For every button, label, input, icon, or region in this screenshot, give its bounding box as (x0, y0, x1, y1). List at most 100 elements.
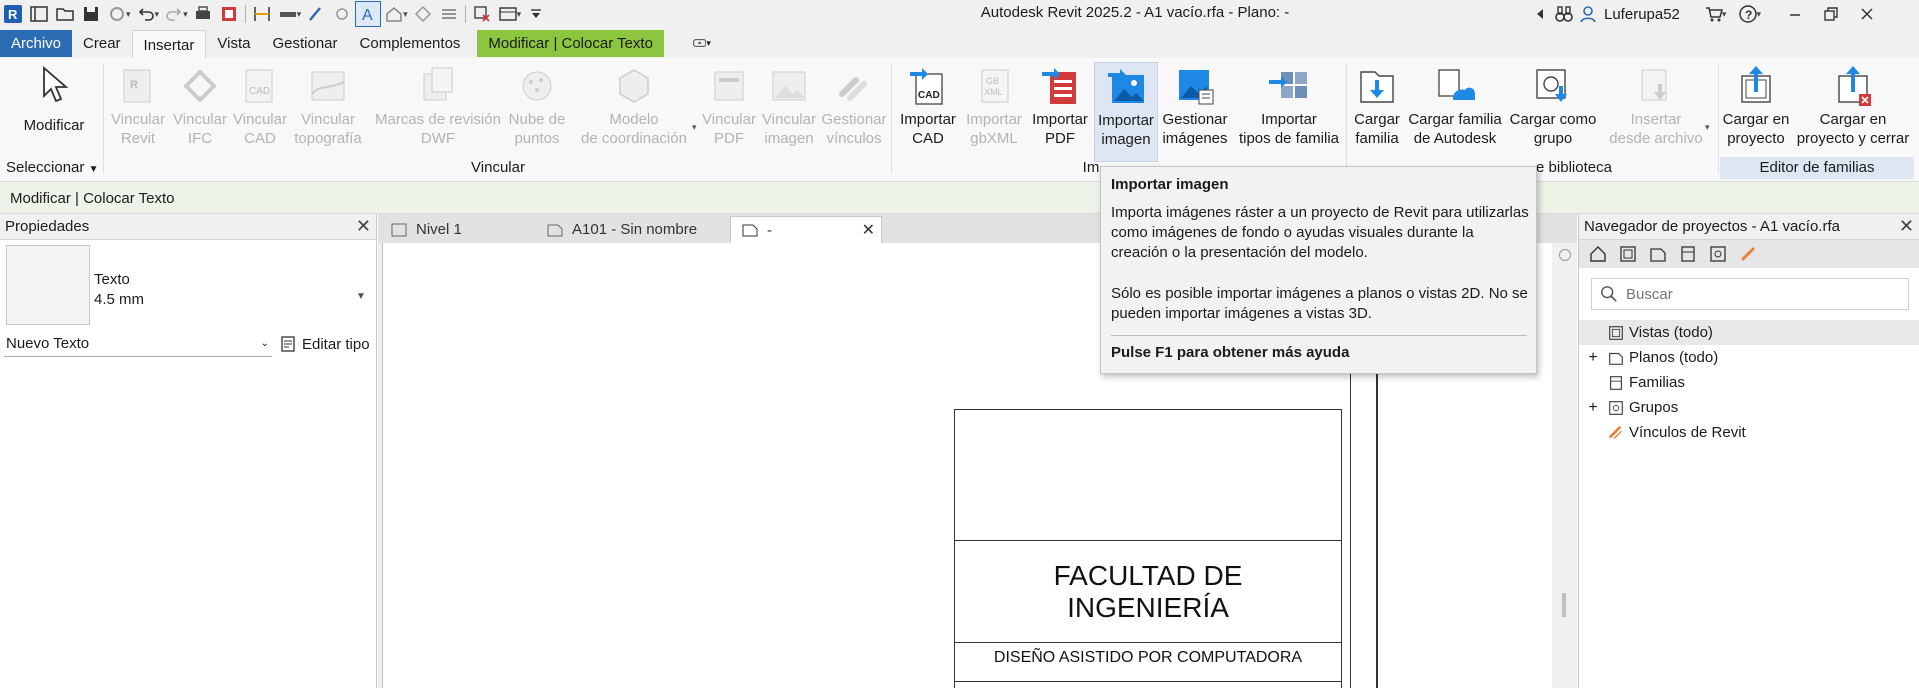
cargar-familia-button[interactable]: Cargar familia (1350, 62, 1404, 162)
view-tab-nivel-1[interactable]: Nivel 1 (380, 216, 530, 243)
links-filter-icon[interactable] (1733, 241, 1763, 267)
sheet-set-icon[interactable] (216, 1, 242, 27)
edit-type-button[interactable]: Editar tipo (280, 335, 370, 353)
vincular-pdf-label1: Vincular (702, 111, 756, 128)
title-block: FACULTAD DE INGENIERÍA DISEÑO ASISTIDO P… (954, 409, 1342, 688)
close-window-icon[interactable] (1849, 1, 1885, 27)
tab-insertar[interactable]: Insertar (131, 29, 207, 60)
cargar-en-proyecto-button[interactable]: Cargar en proyecto (1720, 62, 1792, 162)
vincular-pdf-button[interactable]: Vincular PDF (700, 62, 758, 162)
edit-type-label: Editar tipo (302, 335, 370, 353)
project-browser-title: Navegador de proyectos - A1 vacío.rfa (1584, 218, 1840, 235)
cargar-familia-autodesk-button[interactable]: Cargar familia de Autodesk (1404, 62, 1506, 162)
tree-item-vinculos[interactable]: Vínculos de Revit (1579, 420, 1919, 445)
views-filter-icon[interactable] (1613, 241, 1643, 267)
coordination-dropdown-icon[interactable]: ▾ (692, 122, 697, 133)
type-selector[interactable]: Texto 4.5 mm ▼ (4, 241, 374, 327)
families-filter-icon[interactable] (1673, 241, 1703, 267)
cargar-familia-autodesk-label2: de Autodesk (1413, 130, 1497, 147)
importar-tipos-familia-label1: Importar (1261, 111, 1317, 128)
open-icon[interactable] (52, 1, 78, 27)
vincular-ifc-button[interactable]: Vincular IFC (168, 62, 232, 162)
insertar-desde-archivo-button[interactable]: Insertar desde archivo (1606, 62, 1706, 162)
revit-logo-icon[interactable]: R (0, 1, 26, 27)
browser-search[interactable] (1591, 278, 1909, 310)
tree-expander[interactable]: + (1585, 399, 1601, 417)
cargar-como-grupo-button[interactable]: Cargar como grupo (1506, 62, 1600, 162)
tree-item-planos[interactable]: + Planos (todo) (1579, 345, 1919, 370)
tab-archivo[interactable]: Archivo (0, 29, 73, 57)
importar-gbxml-button[interactable]: GB XML Importar gbXML (962, 62, 1026, 162)
close-hidden-icon[interactable] (469, 1, 495, 27)
search-input[interactable] (1626, 285, 1896, 303)
sheets-filter-icon[interactable] (1643, 241, 1673, 267)
view-tab-a101[interactable]: A101 - Sin nombre (536, 216, 698, 243)
chevron-down-icon[interactable]: ▼ (356, 291, 366, 302)
importar-cad-button[interactable]: CAD Importar CAD (896, 62, 960, 162)
measure-icon[interactable] (249, 1, 275, 27)
vertical-scrollbar[interactable] (1552, 243, 1577, 688)
gestionar-vinculos-button[interactable]: Gestionar vínculos (820, 62, 888, 162)
gestionar-imagenes-button[interactable]: Gestionar imágenes (1160, 62, 1230, 162)
tree-item-familias[interactable]: Familias (1579, 370, 1919, 395)
nube-puntos-button[interactable]: Nube de puntos (504, 62, 570, 162)
tag-icon[interactable] (303, 1, 329, 27)
tree-expander[interactable]: + (1585, 349, 1601, 367)
tree-item-label: Grupos (1629, 399, 1679, 416)
tab-vista[interactable]: Vista (206, 30, 261, 57)
tree-item-grupos[interactable]: + Grupos (1579, 395, 1919, 420)
modify-button[interactable]: Modificar (8, 62, 100, 162)
import-image-icon (1104, 65, 1148, 109)
close-icon[interactable]: ✕ (1899, 216, 1914, 237)
section-icon[interactable] (410, 1, 436, 27)
importar-imagen-button[interactable]: Importar imagen (1094, 62, 1158, 162)
svg-text:A: A (362, 7, 373, 24)
vincular-revit-button[interactable]: R Vincular Revit (108, 62, 168, 162)
user-icon[interactable] (1576, 1, 1600, 27)
thin-lines-icon[interactable] (436, 1, 462, 27)
ribbon-display-toggle[interactable]: ▾ (682, 30, 722, 57)
customize-toolbar-icon[interactable] (523, 1, 549, 27)
marcas-revision-button[interactable]: Marcas de revisión DWF (372, 62, 504, 162)
save-icon[interactable] (78, 1, 104, 27)
chevron-down-icon: ⌄ (260, 338, 269, 349)
vincular-ifc-label2: IFC (187, 130, 213, 147)
instance-filter-select[interactable]: Nuevo Texto ⌄ (4, 331, 272, 357)
view-tab-label: A101 - Sin nombre (572, 221, 698, 238)
home-icon[interactable] (1583, 241, 1613, 267)
text-icon[interactable]: A (355, 1, 382, 27)
view-tab-active[interactable]: - ✕ (730, 216, 882, 243)
importar-tipos-familia-button[interactable]: Importar tipos de familia (1234, 62, 1344, 162)
modelo-coordinacion-button[interactable]: Modelo de coordinación (574, 62, 694, 162)
properties-header: Propiedades ✕ (0, 214, 376, 240)
cargar-en-proyecto-cerrar-button[interactable]: Cargar en proyecto y cerrar (1794, 62, 1912, 162)
tab-modificar-colocar-texto[interactable]: Modificar | Colocar Texto (477, 29, 664, 57)
select-panel-label[interactable]: Seleccionar ▼ (6, 157, 106, 179)
nav-wheel-icon[interactable] (1559, 249, 1571, 261)
vincular-cad-button[interactable]: CAD Vincular CAD (232, 62, 288, 162)
binoculars-icon[interactable] (1552, 1, 1576, 27)
insert-dropdown-icon[interactable]: ▾ (1705, 122, 1710, 133)
restore-icon[interactable] (1813, 1, 1849, 27)
close-tab-icon[interactable]: ✕ (862, 220, 875, 240)
vincular-topografia-button[interactable]: Vincular topografía (288, 62, 368, 162)
vincular-cad-label1: Vincular (233, 111, 287, 128)
home-panel-icon[interactable] (26, 1, 52, 27)
user-name[interactable]: Luferupa52 (1604, 6, 1680, 23)
print-icon[interactable] (190, 1, 216, 27)
importar-pdf-button[interactable]: Importar PDF (1028, 62, 1092, 162)
tag-all-icon[interactable] (329, 1, 355, 27)
cargar-en-proyecto-label2: proyecto (1727, 130, 1785, 147)
tab-complementos[interactable]: Complementos (349, 30, 472, 57)
title-block-divider (955, 681, 1341, 682)
tree-item-vistas[interactable]: Vistas (todo) (1579, 320, 1919, 345)
collapse-left-icon[interactable] (1528, 1, 1552, 27)
close-icon[interactable]: ✕ (356, 216, 371, 237)
link-image-icon (767, 64, 811, 108)
tab-crear[interactable]: Crear (72, 30, 132, 57)
tab-gestionar[interactable]: Gestionar (261, 30, 348, 57)
vincular-imagen-button[interactable]: Vincular imagen (758, 62, 820, 162)
groups-filter-icon[interactable] (1703, 241, 1733, 267)
minimize-icon[interactable] (1777, 1, 1813, 27)
scroll-thumb[interactable] (1562, 593, 1566, 617)
